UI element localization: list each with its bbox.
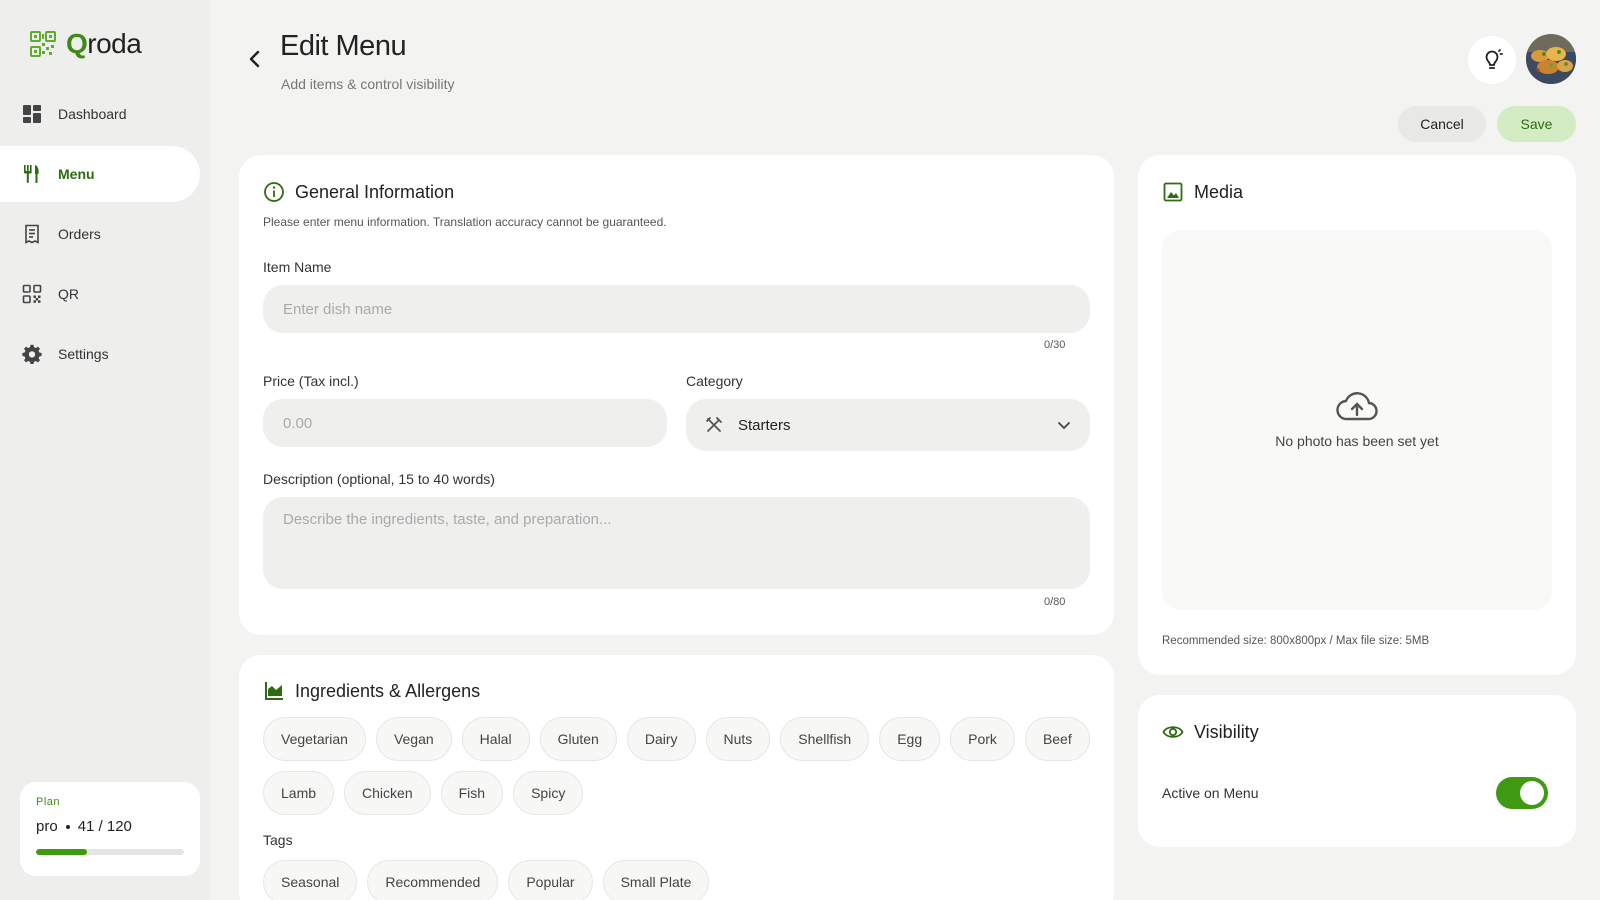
plan-label: Plan: [36, 796, 61, 808]
translation-note: Please enter menu information. Translati…: [263, 215, 667, 229]
allergen-chip-fish[interactable]: Fish: [440, 771, 504, 815]
utensils-icon: [24, 165, 39, 183]
app-name-rest: roda: [87, 28, 142, 59]
ingredients-chart-icon: [265, 682, 283, 700]
image-icon: [1163, 182, 1183, 202]
item-name-label: Item Name: [263, 259, 332, 275]
active-on-menu-toggle[interactable]: [1496, 777, 1548, 809]
general-information-heading: General Information: [263, 181, 454, 203]
allergen-chip-pork[interactable]: Pork: [950, 717, 1015, 761]
sidebar-item-label: QR: [58, 286, 79, 302]
avatar[interactable]: [1526, 34, 1576, 84]
visibility-heading: Visibility: [1162, 721, 1259, 743]
allergen-chip-chicken[interactable]: Chicken: [344, 771, 431, 815]
category-select[interactable]: Starters: [686, 399, 1090, 451]
cancel-button[interactable]: Cancel: [1398, 106, 1486, 142]
allergen-chip-lamb[interactable]: Lamb: [263, 771, 335, 815]
description-textarea[interactable]: [263, 497, 1090, 589]
plan-usage: 41 / 120: [77, 818, 132, 835]
category-label: Category: [686, 373, 743, 389]
sidebar-item-label: Dashboard: [58, 106, 127, 122]
allergen-chip-list: Vegetarian Vegan Halal Gluten Dairy Nuts Shell…: [263, 717, 1093, 815]
general-information-card: General Information Please enter menu in…: [239, 155, 1114, 635]
plan-tier: pro: [36, 818, 58, 835]
photo-dropzone[interactable]: No photo has been set yet: [1162, 230, 1552, 610]
ingredients-allergens-card: Ingredients & Allergens Vegetarian Vegan H…: [239, 655, 1114, 900]
allergen-chip-shellfish[interactable]: Shellfish: [780, 717, 870, 761]
sidebar-item-label: Orders: [58, 226, 101, 242]
card-title-text: Visibility: [1194, 721, 1259, 742]
item-name-input[interactable]: [263, 285, 1090, 333]
plan-summary: pro 41 / 120: [36, 818, 184, 835]
sidebar-nav: Dashboard Menu Orders QR Settings: [0, 86, 210, 386]
food-photo-icon: [1526, 34, 1576, 84]
sidebar-item-dashboard[interactable]: Dashboard: [0, 86, 210, 142]
card-title-text: Ingredients & Allergens: [295, 680, 481, 701]
media-card: Media No photo has been set yet Recommen…: [1138, 155, 1576, 675]
card-title-text: Media: [1194, 181, 1244, 202]
allergen-chip-gluten[interactable]: Gluten: [539, 717, 617, 761]
allergen-chip-nuts[interactable]: Nuts: [705, 717, 771, 761]
back-arrow-icon[interactable]: [244, 48, 266, 70]
receipt-icon: [25, 224, 39, 244]
utensils-cross-icon: [706, 417, 722, 432]
allergen-chip-vegetarian[interactable]: Vegetarian: [263, 717, 366, 761]
tag-chip-small-plate[interactable]: Small Plate: [602, 860, 710, 900]
app-logo[interactable]: Qroda: [30, 28, 142, 60]
photo-size-hint: Recommended size: 800x800px / Max file s…: [1162, 635, 1430, 647]
qr-logo-icon: [30, 31, 56, 57]
lightbulb-icon: [1485, 49, 1503, 69]
ingredients-heading: Ingredients & Allergens: [263, 680, 480, 702]
price-label: Price (Tax incl.): [263, 373, 359, 389]
description-label: Description (optional, 15 to 40 words): [263, 471, 495, 487]
visibility-card: Visibility Active on Menu: [1138, 695, 1576, 847]
allergen-chip-halal[interactable]: Halal: [461, 717, 530, 761]
allergen-chip-spicy[interactable]: Spicy: [513, 771, 584, 815]
sidebar-item-settings[interactable]: Settings: [0, 326, 210, 382]
item-name-counter: 0/30: [1044, 339, 1066, 351]
app-name-initial: Q: [66, 28, 88, 59]
allergen-chip-dairy[interactable]: Dairy: [626, 717, 696, 761]
allergen-chip-vegan[interactable]: Vegan: [375, 717, 452, 761]
eye-icon: [1162, 726, 1184, 738]
qr-icon: [22, 284, 42, 304]
sidebar: Qroda Dashboard Menu Orders QR Settings …: [0, 0, 210, 900]
save-button[interactable]: Save: [1497, 106, 1576, 142]
active-on-menu-label: Active on Menu: [1162, 785, 1259, 801]
toggle-knob: [1520, 781, 1544, 805]
price-input[interactable]: [263, 399, 667, 447]
no-photo-text: No photo has been set yet: [1275, 433, 1439, 449]
description-counter: 0/80: [1044, 596, 1066, 608]
cloud-upload-icon: [1336, 392, 1378, 421]
separator-dot: [65, 824, 70, 829]
page-title: Edit Menu: [280, 30, 407, 62]
tag-chip-seasonal[interactable]: Seasonal: [263, 860, 358, 900]
plan-usage-fill: [36, 849, 87, 855]
tags-label: Tags: [263, 832, 293, 848]
sidebar-item-label: Settings: [58, 346, 109, 362]
tag-chip-popular[interactable]: Popular: [508, 860, 593, 900]
tips-button[interactable]: [1468, 36, 1516, 84]
page-subtitle: Add items & control visibility: [281, 76, 455, 92]
media-heading: Media: [1162, 181, 1243, 203]
allergen-chip-beef[interactable]: Beef: [1024, 717, 1090, 761]
card-title-text: General Information: [295, 181, 455, 202]
gear-icon: [22, 344, 42, 364]
sidebar-item-qr[interactable]: QR: [0, 266, 210, 322]
app-name: Qroda: [66, 28, 142, 60]
plan-usage-bar: [36, 849, 184, 855]
chevron-down-icon: [1058, 422, 1070, 430]
sidebar-item-label: Menu: [58, 166, 95, 182]
info-icon: [264, 182, 284, 202]
category-value: Starters: [738, 416, 791, 434]
dashboard-icon: [23, 105, 41, 123]
sidebar-item-orders[interactable]: Orders: [0, 206, 210, 262]
sidebar-item-menu[interactable]: Menu: [0, 146, 200, 202]
tag-chip-recommended[interactable]: Recommended: [367, 860, 499, 900]
plan-card: Plan pro 41 / 120: [20, 782, 200, 876]
allergen-chip-egg[interactable]: Egg: [879, 717, 941, 761]
tag-chip-list: Seasonal Recommended Popular Small Plate: [263, 860, 1093, 900]
